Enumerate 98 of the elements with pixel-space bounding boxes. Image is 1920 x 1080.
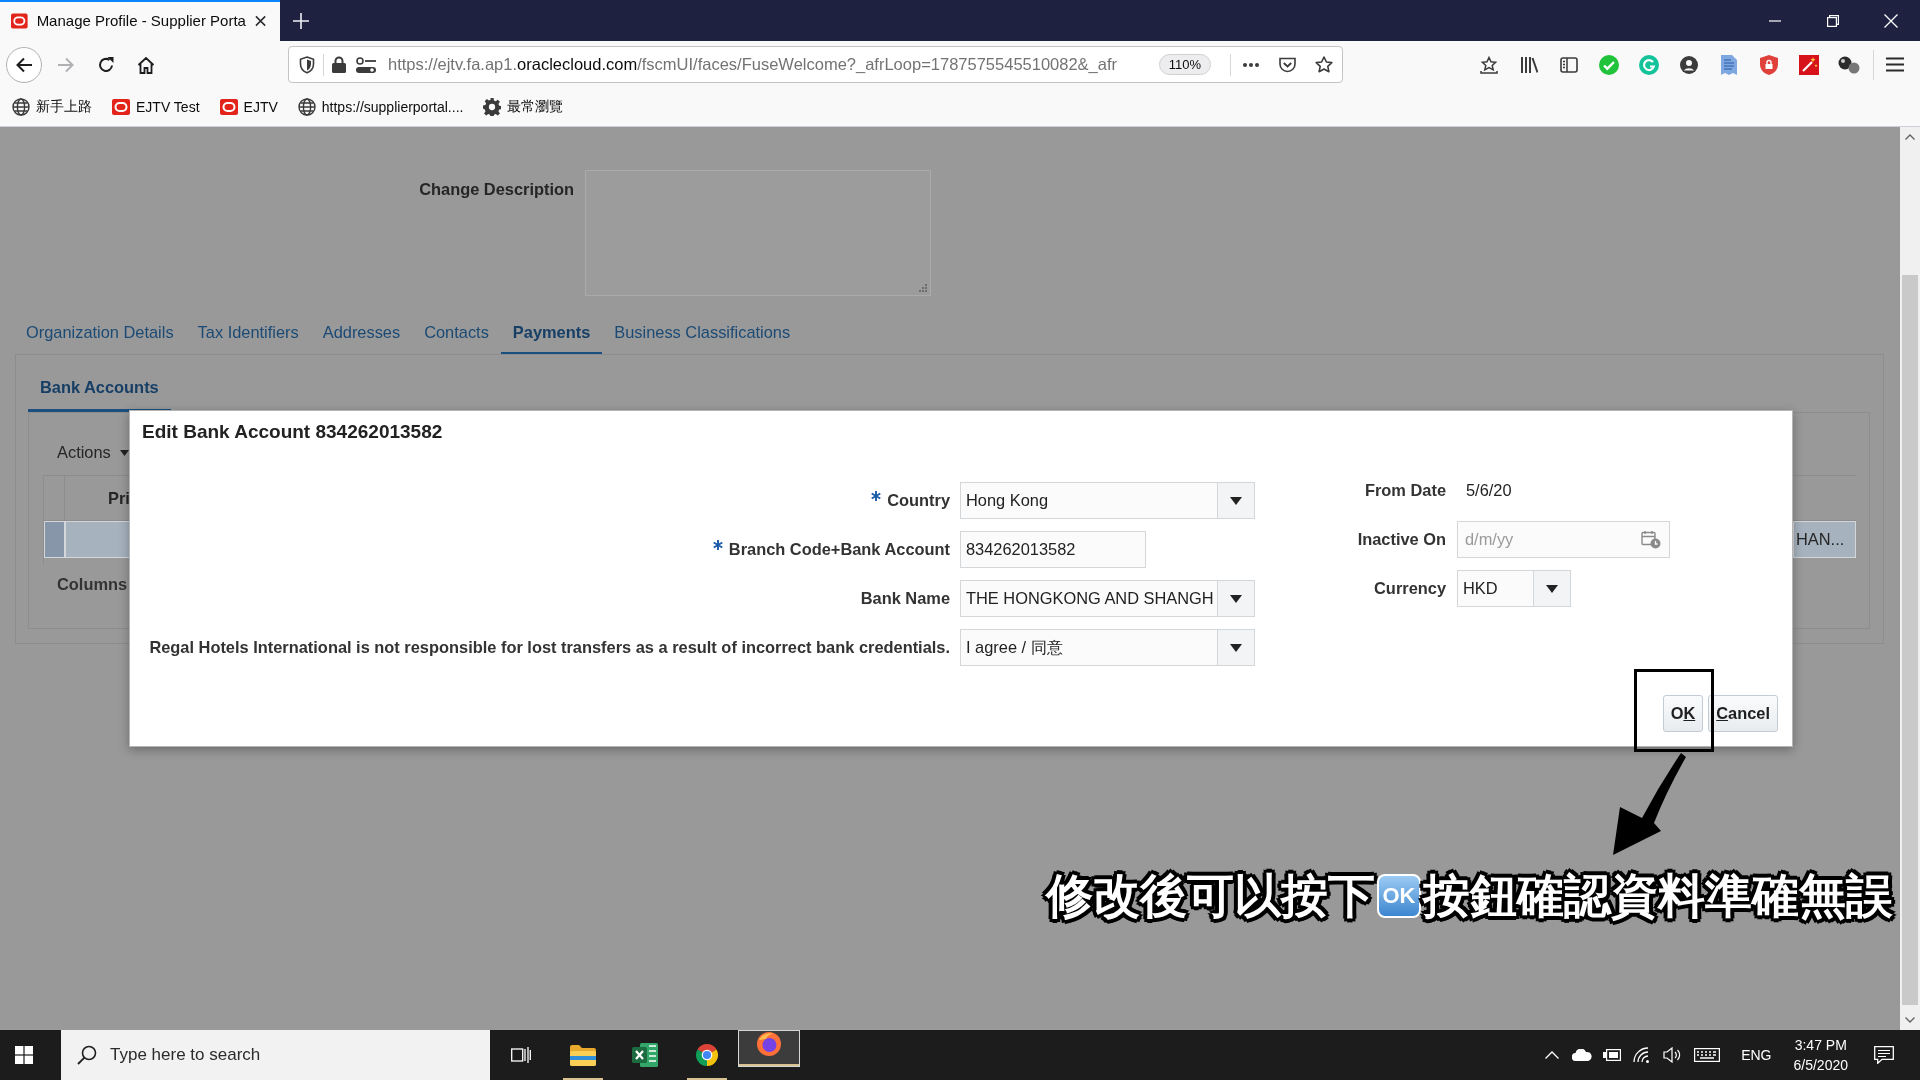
- language-indicator[interactable]: ENG: [1741, 1047, 1772, 1063]
- date-field[interactable]: d/m/yy: [1457, 521, 1670, 558]
- check-circle-icon[interactable]: [1599, 54, 1619, 75]
- field-label: Currency: [1374, 579, 1446, 598]
- caret-down-icon: [1546, 584, 1558, 593]
- close-icon[interactable]: [254, 14, 266, 27]
- reload-icon[interactable]: [97, 55, 115, 74]
- chevron-up-icon[interactable]: [1545, 1051, 1560, 1059]
- caret-down-icon: [1230, 643, 1242, 652]
- field-label: Inactive On: [1357, 530, 1446, 549]
- column-header[interactable]: Pri: [108, 488, 130, 508]
- minimize-icon[interactable]: [1769, 19, 1781, 22]
- table-footer-label: Columns: [57, 575, 128, 593]
- dropdown-button[interactable]: [1217, 581, 1254, 616]
- ring-logo-icon: [11, 12, 28, 29]
- lock-icon[interactable]: [332, 56, 346, 73]
- task-view-icon[interactable]: [511, 1046, 531, 1064]
- scroll-down-icon[interactable]: [1905, 1017, 1915, 1023]
- caret-down-icon: [1230, 594, 1242, 603]
- bookmarks-star-icon[interactable]: [1480, 55, 1498, 74]
- dialog-button[interactable]: Cancel: [1708, 695, 1778, 732]
- ring-logo-icon: [112, 99, 130, 115]
- keyboard-icon[interactable]: [1694, 1048, 1721, 1062]
- annotation-text: 按鈕確認資料準確無誤: [1423, 867, 1893, 925]
- more-icon[interactable]: [1243, 62, 1259, 67]
- bookmark-item[interactable]: 最常瀏覽: [483, 98, 564, 116]
- select-field[interactable]: THE HONGKONG AND SHANGH: [960, 580, 1255, 617]
- select-field[interactable]: HKD: [1457, 570, 1571, 607]
- dropdown-button[interactable]: [1217, 630, 1254, 665]
- magic-wand-icon[interactable]: [1799, 54, 1819, 75]
- back-button[interactable]: [6, 46, 42, 83]
- sidebar-icon[interactable]: [1560, 56, 1578, 73]
- shield-icon[interactable]: [299, 55, 315, 74]
- menu-icon[interactable]: [1886, 57, 1904, 72]
- field-label: Regal Hotels International is not responsible for lost transfers as a result of incorrect bank credentials.: [149, 638, 950, 657]
- text-field[interactable]: 834262013582: [960, 531, 1146, 568]
- scrollbar-thumb[interactable]: [1902, 275, 1918, 1005]
- globe-icon: [12, 98, 30, 116]
- dialog-title: Edit Bank Account 834262013582: [142, 421, 443, 443]
- browser-tab[interactable]: Manage Profile - Supplier Porta: [0, 0, 280, 41]
- field-label: Change Description: [419, 180, 574, 199]
- row-header-cell[interactable]: [44, 521, 65, 558]
- actions-menu[interactable]: Actions: [57, 443, 129, 462]
- pocket-icon[interactable]: [1279, 56, 1296, 73]
- scrollbar[interactable]: [1900, 127, 1920, 1030]
- dropdown-button[interactable]: [1217, 483, 1254, 518]
- start-icon[interactable]: [15, 1046, 33, 1064]
- scroll-up-icon[interactable]: [1905, 134, 1915, 140]
- globe-icon: [297, 98, 316, 116]
- notification-icon[interactable]: [1874, 1046, 1894, 1064]
- page-tab[interactable]: Payments: [500, 311, 603, 355]
- annotation-text: 修改後可以按下: [1046, 867, 1375, 925]
- folder-icon: [570, 1044, 596, 1066]
- clock[interactable]: 3:47 PM 6/5/2020: [1793, 1035, 1848, 1075]
- account-icon[interactable]: [1680, 55, 1698, 74]
- search-icon: [77, 1045, 97, 1065]
- star-icon[interactable]: [1315, 55, 1333, 74]
- resize-grip-icon[interactable]: [918, 283, 927, 292]
- gear-icon: [483, 98, 502, 116]
- field-label: Branch Code+Bank Account: [728, 540, 950, 559]
- battery-icon[interactable]: [1603, 1048, 1622, 1062]
- document-icon[interactable]: [1721, 54, 1737, 75]
- back-arrow-icon: [15, 56, 33, 73]
- bookmark-item[interactable]: EJTV Test: [112, 99, 200, 115]
- field-value: 5/6/20: [1465, 481, 1512, 500]
- zoom-level-button[interactable]: 110%: [1158, 54, 1211, 75]
- address-bar[interactable]: https://ejtv.fa.ap1.oraclecloud.com/fscmUI/faces/FuseWelcome?_afrLoop=1787575545510082&_afr 110%: [288, 46, 1343, 83]
- dialog-button[interactable]: OK: [1662, 695, 1704, 732]
- field-label: From Date: [1364, 481, 1446, 500]
- select-field[interactable]: Hong Kong: [960, 482, 1255, 519]
- wifi-icon[interactable]: [1633, 1047, 1652, 1063]
- select-field[interactable]: I agree / 同意: [960, 629, 1255, 666]
- calendar-icon[interactable]: [1641, 530, 1661, 549]
- speaker-icon[interactable]: [1663, 1047, 1682, 1063]
- flame-globe-icon: [756, 1031, 782, 1057]
- field-label: Country: [887, 491, 950, 510]
- library-icon[interactable]: [1520, 56, 1538, 73]
- sliders-icon[interactable]: [356, 56, 376, 73]
- spheres-icon[interactable]: [1838, 55, 1860, 74]
- home-icon[interactable]: [137, 55, 155, 74]
- spreadsheet-icon: [632, 1043, 658, 1067]
- caret-down-icon: [1230, 496, 1242, 505]
- field-label: Bank Name: [860, 589, 950, 608]
- table-cell: HAN...: [1793, 521, 1856, 558]
- tricolor-circle-icon: [695, 1043, 719, 1067]
- new-tab-icon[interactable]: [293, 12, 309, 29]
- shield-lock-icon[interactable]: [1760, 54, 1778, 75]
- dropdown-button[interactable]: [1533, 571, 1570, 606]
- search-field[interactable]: Type here to search: [61, 1030, 490, 1080]
- bookmark-item[interactable]: https://supplierportal....: [297, 98, 464, 116]
- ok-emoji: OK: [1377, 874, 1421, 918]
- cloud-icon[interactable]: [1572, 1049, 1593, 1061]
- ring-logo-icon: [219, 99, 238, 115]
- bookmark-item[interactable]: EJTV: [219, 99, 278, 115]
- restore-icon[interactable]: [1827, 14, 1839, 27]
- taskbar-app[interactable]: [738, 1030, 800, 1067]
- bookmark-item[interactable]: 新手上路: [12, 98, 92, 116]
- caret-down-icon: [119, 449, 129, 456]
